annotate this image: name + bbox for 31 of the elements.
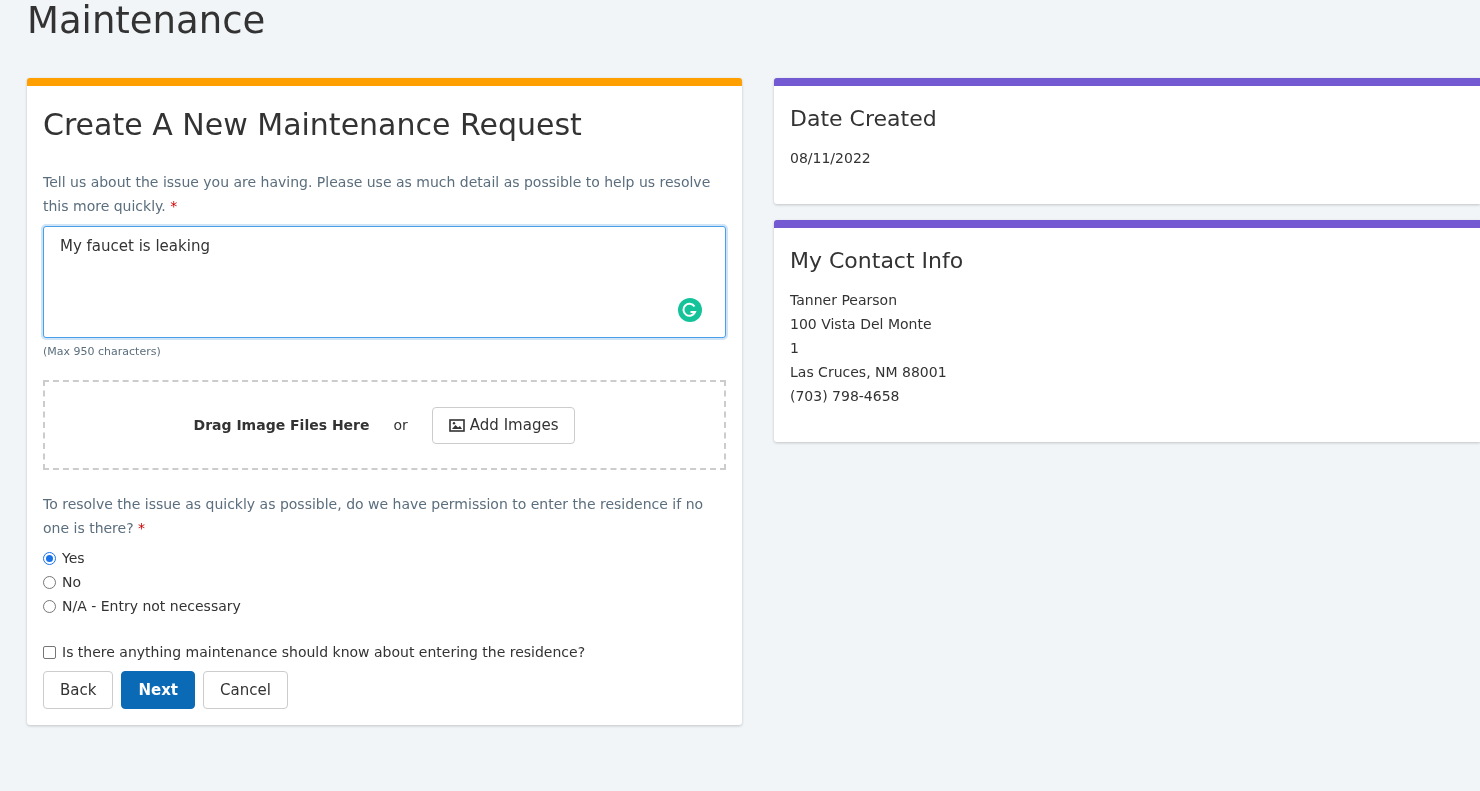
radio-button[interactable] <box>43 575 56 589</box>
info-card-title: My Contact Info <box>790 247 964 275</box>
checkbox[interactable] <box>43 646 56 659</box>
radio-button[interactable] <box>43 599 56 613</box>
info-text: 1 <box>790 339 799 358</box>
form-button[interactable]: Back <box>43 671 114 709</box>
radio-label: No <box>62 572 82 592</box>
drop-zone-text: Drag Image Files Here <box>193 415 370 435</box>
character-limit-hint: (Max 950 characters) <box>43 344 161 360</box>
info-text: 08/11/2022 <box>790 149 871 168</box>
info-text: 100 Vista Del Monte <box>790 315 932 334</box>
info-text: Las Cruces, NM 88001 <box>790 363 947 382</box>
info-text: Tanner Pearson <box>790 291 897 310</box>
checkbox-label: Is there anything maintenance should know about entering the residence? <box>62 643 586 662</box>
radio-label: N/A - Entry not necessary <box>62 596 241 616</box>
next-button[interactable]: Next <box>121 671 195 709</box>
or-text: or <box>393 415 408 435</box>
card-title: Create A New Maintenance Request <box>43 106 582 144</box>
permission-question: To resolve the issue as quickly as possible, do we have permission to enter the residence if no one is there? * <box>43 495 705 538</box>
description-field[interactable]: My faucet is leaking <box>43 226 726 338</box>
description-label: Tell us about the issue you are having. Please use as much detail as possible to help us resolve this more quickly. * <box>43 173 712 216</box>
info-card-title: Date Created <box>790 105 937 133</box>
radio-label: Yes <box>62 548 85 568</box>
image-drop-zone[interactable]: Drag Image Files Here or Add Images <box>43 380 726 470</box>
form-button[interactable]: Cancel <box>203 671 288 709</box>
image-icon <box>448 418 465 432</box>
grammar-assistant-icon[interactable] <box>678 298 702 322</box>
add-images-button[interactable]: Add Images <box>431 406 576 444</box>
radio-button[interactable] <box>43 551 56 565</box>
info-text: (703) 798-4658 <box>790 387 900 406</box>
page-title: Maintenance <box>27 0 266 42</box>
